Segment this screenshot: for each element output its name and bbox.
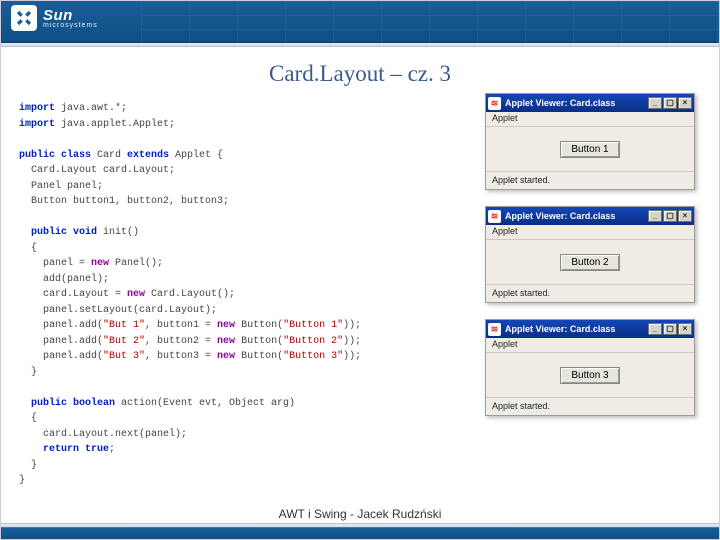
code-block: import java.awt.*; import java.applet.Ap… — [19, 101, 429, 489]
menubar-item[interactable]: Applet — [486, 112, 694, 127]
maximize-button[interactable]: ▢ — [663, 97, 677, 109]
slide-title: Card.Layout – cz. 3 — [1, 61, 719, 87]
window-title: Applet Viewer: Card.class — [505, 324, 615, 334]
maximize-button[interactable]: ▢ — [663, 210, 677, 222]
card-button[interactable]: Button 3 — [560, 367, 619, 384]
header-divider — [1, 43, 719, 47]
menubar-item[interactable]: Applet — [486, 338, 694, 353]
minimize-button[interactable]: _ — [648, 323, 662, 335]
brand-sub: microsystems — [43, 22, 98, 29]
slide-footer: AWT i Swing - Jacek Rudzński — [1, 507, 719, 521]
sun-icon — [14, 8, 34, 28]
status-bar: Applet started. — [486, 397, 694, 415]
window-title: Applet Viewer: Card.class — [505, 98, 615, 108]
menubar-item[interactable]: Applet — [486, 225, 694, 240]
maximize-button[interactable]: ▢ — [663, 323, 677, 335]
titlebar[interactable]: ≋ Applet Viewer: Card.class _ ▢ × — [486, 320, 694, 338]
slide-body: import java.awt.*; import java.applet.Ap… — [1, 87, 719, 507]
applet-window: ≋ Applet Viewer: Card.class _ ▢ × Applet… — [485, 319, 695, 416]
close-button[interactable]: × — [678, 323, 692, 335]
applet-canvas: Button 1 — [486, 127, 694, 171]
minimize-button[interactable]: _ — [648, 210, 662, 222]
applet-canvas: Button 2 — [486, 240, 694, 284]
card-button[interactable]: Button 2 — [560, 254, 619, 271]
sun-logo-mark — [11, 5, 37, 31]
close-button[interactable]: × — [678, 97, 692, 109]
sun-logo: Sun microsystems — [11, 5, 98, 31]
java-icon: ≋ — [488, 323, 501, 336]
status-bar: Applet started. — [486, 171, 694, 189]
window-title: Applet Viewer: Card.class — [505, 211, 615, 221]
card-button[interactable]: Button 1 — [560, 141, 619, 158]
header-grid-decoration — [141, 1, 719, 43]
close-button[interactable]: × — [678, 210, 692, 222]
applet-window: ≋ Applet Viewer: Card.class _ ▢ × Applet… — [485, 93, 695, 190]
titlebar[interactable]: ≋ Applet Viewer: Card.class _ ▢ × — [486, 207, 694, 225]
titlebar[interactable]: ≋ Applet Viewer: Card.class _ ▢ × — [486, 94, 694, 112]
applet-stack: ≋ Applet Viewer: Card.class _ ▢ × Applet… — [485, 93, 695, 416]
applet-window: ≋ Applet Viewer: Card.class _ ▢ × Applet… — [485, 206, 695, 303]
java-icon: ≋ — [488, 210, 501, 223]
footer-band — [1, 527, 719, 539]
status-bar: Applet started. — [486, 284, 694, 302]
applet-canvas: Button 3 — [486, 353, 694, 397]
java-icon: ≋ — [488, 97, 501, 110]
minimize-button[interactable]: _ — [648, 97, 662, 109]
header-band: Sun microsystems — [1, 1, 719, 43]
